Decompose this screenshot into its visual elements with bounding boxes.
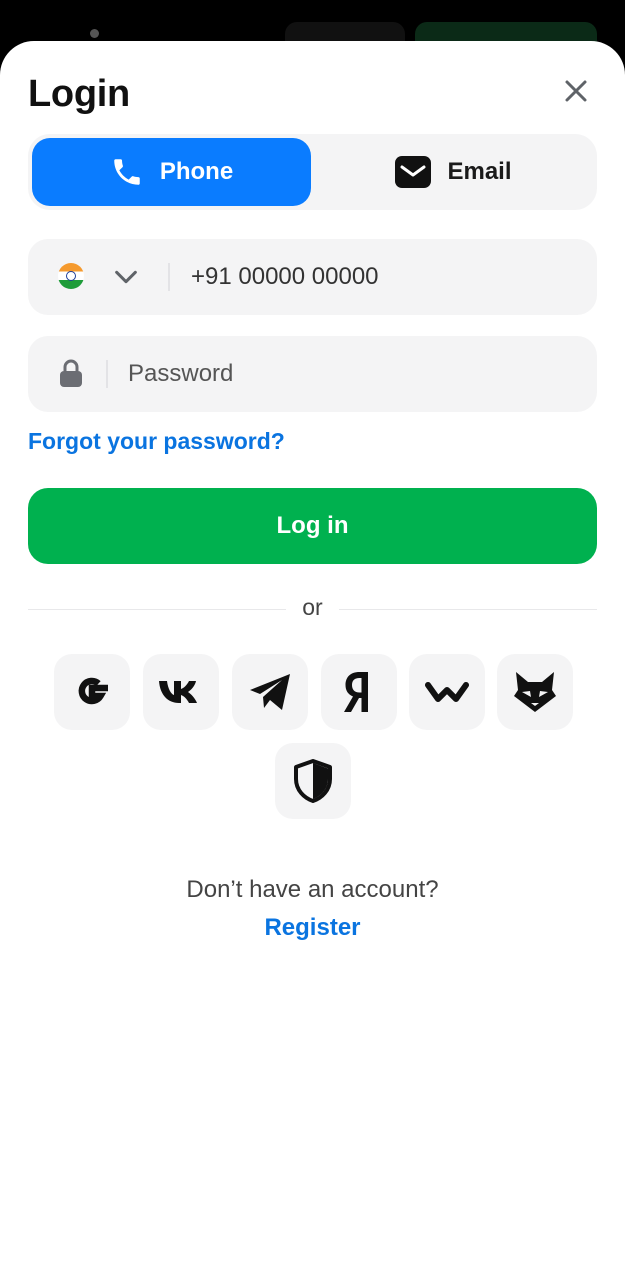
shield-login-button[interactable] xyxy=(275,743,351,819)
walletconnect-icon xyxy=(425,682,469,702)
google-login-button[interactable] xyxy=(54,654,130,730)
india-flag-icon xyxy=(58,263,84,289)
yandex-icon xyxy=(344,672,368,712)
or-label: or xyxy=(302,594,323,620)
phone-icon xyxy=(114,159,140,185)
tab-email-label: Email xyxy=(447,158,512,185)
shield-icon xyxy=(294,759,332,803)
metamask-fox-icon xyxy=(514,672,556,712)
register-link[interactable]: Register xyxy=(0,914,625,942)
close-icon xyxy=(565,80,587,102)
camera-dot xyxy=(90,29,99,38)
field-divider xyxy=(168,263,170,291)
vk-login-button[interactable] xyxy=(143,654,219,730)
forgot-password-link[interactable]: Forgot your password? xyxy=(28,428,285,455)
page-title: Login xyxy=(28,73,130,115)
telegram-icon xyxy=(250,674,290,710)
google-icon xyxy=(78,677,108,705)
login-sheet: Login Phone Email +91 00000 00000 Forgot… xyxy=(0,41,625,1280)
login-button[interactable]: Log in xyxy=(28,488,597,564)
or-divider: or xyxy=(28,594,597,624)
vk-icon xyxy=(159,681,197,703)
login-method-tabs: Phone Email xyxy=(28,134,597,210)
password-field xyxy=(28,336,597,412)
no-account-text: Don’t have an account? xyxy=(186,876,439,903)
password-input[interactable] xyxy=(128,350,568,398)
metamask-login-button[interactable] xyxy=(497,654,573,730)
yandex-login-button[interactable] xyxy=(321,654,397,730)
telegram-login-button[interactable] xyxy=(232,654,308,730)
lock-icon xyxy=(60,359,82,387)
phone-input[interactable] xyxy=(191,253,571,301)
close-button[interactable] xyxy=(556,71,596,111)
tab-phone[interactable]: Phone xyxy=(32,138,311,206)
mail-icon xyxy=(395,156,432,188)
tab-phone-label: Phone xyxy=(159,158,234,185)
tab-email[interactable]: Email xyxy=(314,138,593,206)
chevron-down-icon[interactable] xyxy=(112,263,140,291)
walletconnect-login-button[interactable] xyxy=(409,654,485,730)
field-divider xyxy=(106,360,108,388)
phone-field xyxy=(28,239,597,315)
